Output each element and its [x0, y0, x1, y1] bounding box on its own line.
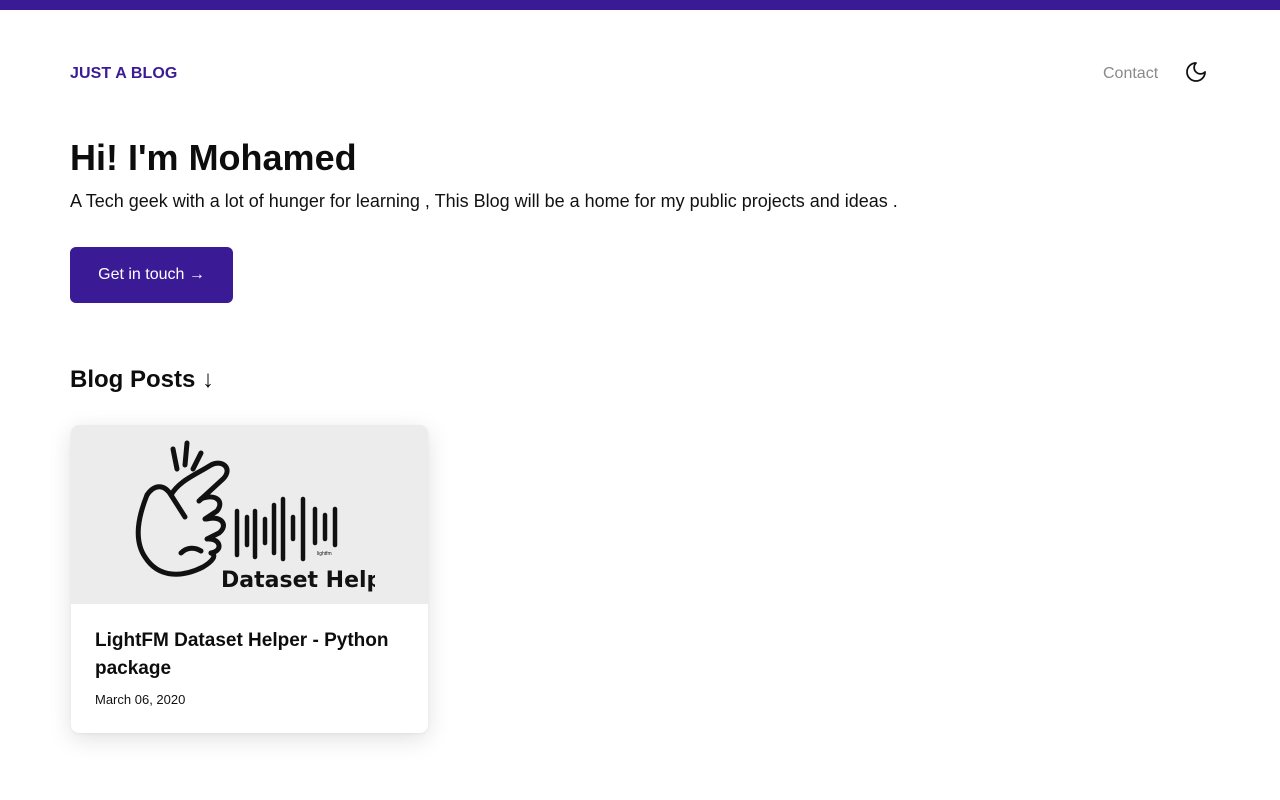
post-title[interactable]: LightFM Dataset Helper - Python package: [95, 627, 405, 683]
site-title-link[interactable]: JUST A BLOG: [70, 65, 177, 83]
wave-caption: lightfm: [317, 551, 332, 557]
blog-posts-heading: Blog Posts ↓: [70, 366, 215, 393]
logo-text: Dataset Helper: [221, 568, 375, 593]
moon-icon: [1186, 62, 1206, 82]
top-accent-bar: [0, 0, 1280, 10]
theme-toggle-button[interactable]: [1184, 60, 1208, 84]
dataset-helper-logo: lightfm Dataset Helper: [135, 440, 375, 593]
hero-subtitle: A Tech geek with a lot of hunger for lea…: [70, 191, 898, 211]
post-date: March 06, 2020: [95, 692, 186, 707]
get-in-touch-button[interactable]: Get in touch →: [70, 247, 233, 303]
post-card[interactable]: lightfm Dataset Helper LightFM Dataset H…: [71, 425, 428, 733]
nav-contact-link[interactable]: Contact: [1103, 65, 1158, 83]
hero-title: Hi! I'm Mohamed: [70, 137, 357, 178]
post-thumbnail: lightfm Dataset Helper: [71, 425, 428, 604]
snapping-hand-icon: [135, 440, 230, 577]
